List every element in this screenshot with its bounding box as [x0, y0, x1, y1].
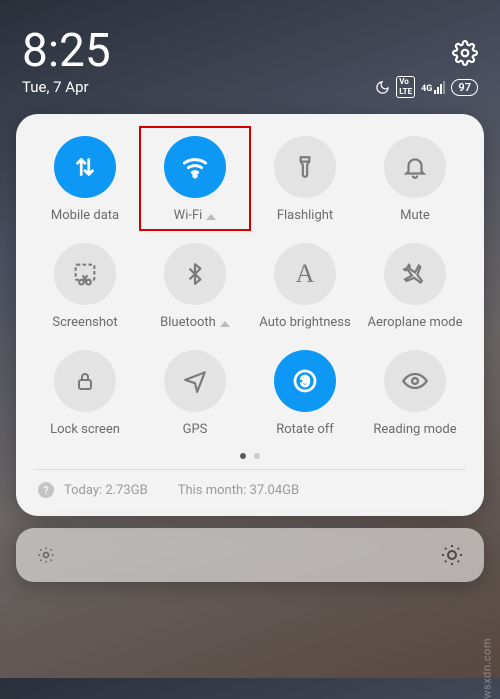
- volte-icon: VoLTE: [396, 76, 415, 98]
- flashlight-icon: [274, 136, 336, 198]
- signal-4g-icon: 4G: [421, 81, 445, 94]
- tile-reading[interactable]: Reading mode: [360, 350, 470, 437]
- tile-label: Mobile data: [51, 208, 119, 223]
- battery-icon: 97: [451, 79, 478, 96]
- rotate-icon: [274, 350, 336, 412]
- tile-mobile-data[interactable]: Mobile data: [30, 136, 140, 223]
- page-dot-1: [240, 453, 246, 459]
- tile-bluetooth[interactable]: Bluetooth: [140, 243, 250, 330]
- watermark: wsxdn.com: [481, 638, 494, 699]
- info-icon: ?: [38, 482, 54, 498]
- aeroplane-icon: [384, 243, 446, 305]
- reading-icon: [384, 350, 446, 412]
- tile-lockscreen[interactable]: Lock screen: [30, 350, 140, 437]
- clock: 8:25: [22, 24, 478, 78]
- usage-today: Today: 2.73GB: [64, 483, 148, 498]
- tile-label: Wi-Fi: [174, 208, 217, 223]
- tile-wifi[interactable]: Wi-Fi: [140, 136, 250, 223]
- wifi-icon: [164, 136, 226, 198]
- data-usage-row[interactable]: ? Today: 2.73GB This month: 37.04GB: [30, 470, 470, 504]
- brightness-low-icon: [36, 545, 56, 565]
- gps-icon: [164, 350, 226, 412]
- lockscreen-icon: [54, 350, 116, 412]
- tile-label: GPS: [183, 422, 208, 437]
- date: Tue, 7 Apr: [22, 78, 89, 96]
- tile-flashlight[interactable]: Flashlight: [250, 136, 360, 223]
- tile-screenshot[interactable]: Screenshot: [30, 243, 140, 330]
- tile-label: Auto brightness: [259, 315, 350, 330]
- tile-label: Lock screen: [50, 422, 120, 437]
- mobile-data-icon: [54, 136, 116, 198]
- chevron-icon: [220, 321, 230, 327]
- tile-label: Mute: [400, 208, 430, 223]
- bluetooth-icon: [164, 243, 226, 305]
- tiles-grid: Mobile data Wi-Fi Flashlight Mute Screenshot…: [30, 136, 470, 437]
- tile-gps[interactable]: GPS: [140, 350, 250, 437]
- page-dot-2: [254, 453, 260, 459]
- quick-settings-panel: Mobile data Wi-Fi Flashlight Mute Screenshot…: [16, 114, 484, 516]
- tile-label: Screenshot: [52, 315, 117, 330]
- dnd-moon-icon: [375, 80, 390, 95]
- brightness-slider[interactable]: [16, 528, 484, 582]
- tile-label: Flashlight: [277, 208, 333, 223]
- chevron-icon: [206, 214, 216, 220]
- brightness-high-icon: [440, 543, 464, 567]
- tile-aeroplane[interactable]: Aeroplane mode: [360, 243, 470, 330]
- status-bar: 8:25 Tue, 7 Apr VoLTE 4G 97: [0, 0, 500, 104]
- mute-icon: [384, 136, 446, 198]
- tile-label: Rotate off: [276, 422, 334, 437]
- tile-label: Aeroplane mode: [368, 315, 463, 330]
- screenshot-icon: [54, 243, 116, 305]
- tile-label: Reading mode: [373, 422, 456, 437]
- auto-bright-icon: A: [274, 243, 336, 305]
- status-icons: VoLTE 4G 97: [375, 76, 478, 98]
- page-indicator[interactable]: [30, 453, 470, 459]
- settings-gear-icon[interactable]: [452, 40, 478, 66]
- tile-rotate[interactable]: Rotate off: [250, 350, 360, 437]
- usage-month: This month: 37.04GB: [178, 483, 299, 498]
- tile-auto-bright[interactable]: A Auto brightness: [250, 243, 360, 330]
- tile-mute[interactable]: Mute: [360, 136, 470, 223]
- tile-label: Bluetooth: [160, 315, 230, 330]
